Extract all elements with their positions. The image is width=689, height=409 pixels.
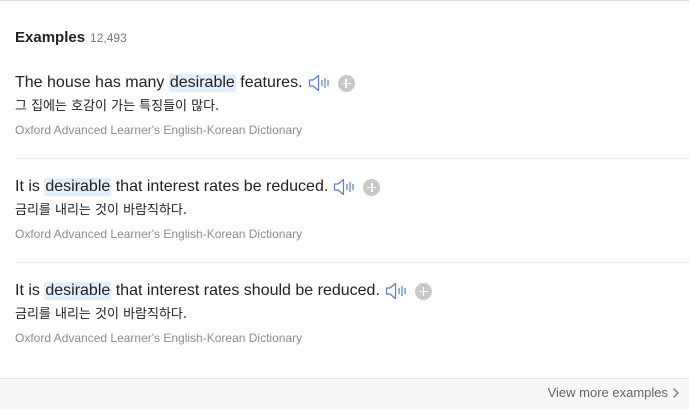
highlighted-word: desirable [168, 74, 236, 92]
speaker-icon[interactable] [308, 74, 332, 92]
examples-header: Examples 12,493 [15, 29, 127, 47]
view-more-examples-link[interactable]: View more examples [548, 385, 680, 400]
highlighted-word: desirable [44, 282, 112, 300]
example-sentence: It is desirable that interest rates be r… [15, 176, 689, 198]
top-border [0, 0, 689, 1]
sentence-text: It is [15, 282, 45, 299]
plus-circle-icon[interactable] [337, 74, 355, 92]
view-more-label: View more examples [547, 385, 668, 400]
examples-count: 12,493 [90, 31, 127, 45]
example-item: It is desirable that interest rates be r… [15, 176, 689, 242]
speaker-icon[interactable] [385, 282, 409, 300]
sentence-text: that interest rates be reduced. [111, 178, 329, 195]
example-source[interactable]: Oxford Advanced Learner's English-Korean… [15, 330, 689, 346]
example-item: The house has many desirable features. 그… [15, 72, 689, 138]
speaker-icon[interactable] [333, 178, 357, 196]
divider [15, 262, 689, 263]
plus-circle-icon[interactable] [414, 282, 432, 300]
example-source[interactable]: Oxford Advanced Learner's English-Korean… [15, 122, 689, 138]
example-translation: 금리를 내리는 것이 바람직하다. [15, 307, 188, 322]
plus-circle-icon[interactable] [363, 178, 381, 196]
sentence-text: The house has many [15, 74, 169, 91]
example-translation: 그 집에는 호감이 가는 특징들이 많다. [15, 99, 220, 114]
chevron-right-icon [671, 387, 680, 399]
example-sentence: The house has many desirable features. [15, 72, 689, 94]
highlighted-word: desirable [44, 178, 112, 196]
sentence-text: that interest rates should be reduced. [111, 282, 380, 299]
example-translation: 금리를 내리는 것이 바람직하다. [15, 203, 188, 218]
sentence-text: It is [15, 178, 45, 195]
divider [15, 158, 689, 159]
examples-title: Examples [15, 29, 86, 46]
example-item: It is desirable that interest rates shou… [15, 280, 689, 346]
example-sentence: It is desirable that interest rates shou… [15, 280, 689, 302]
examples-footer: View more examples [0, 379, 689, 409]
sentence-text: features. [235, 74, 303, 91]
example-source[interactable]: Oxford Advanced Learner's English-Korean… [15, 226, 689, 242]
